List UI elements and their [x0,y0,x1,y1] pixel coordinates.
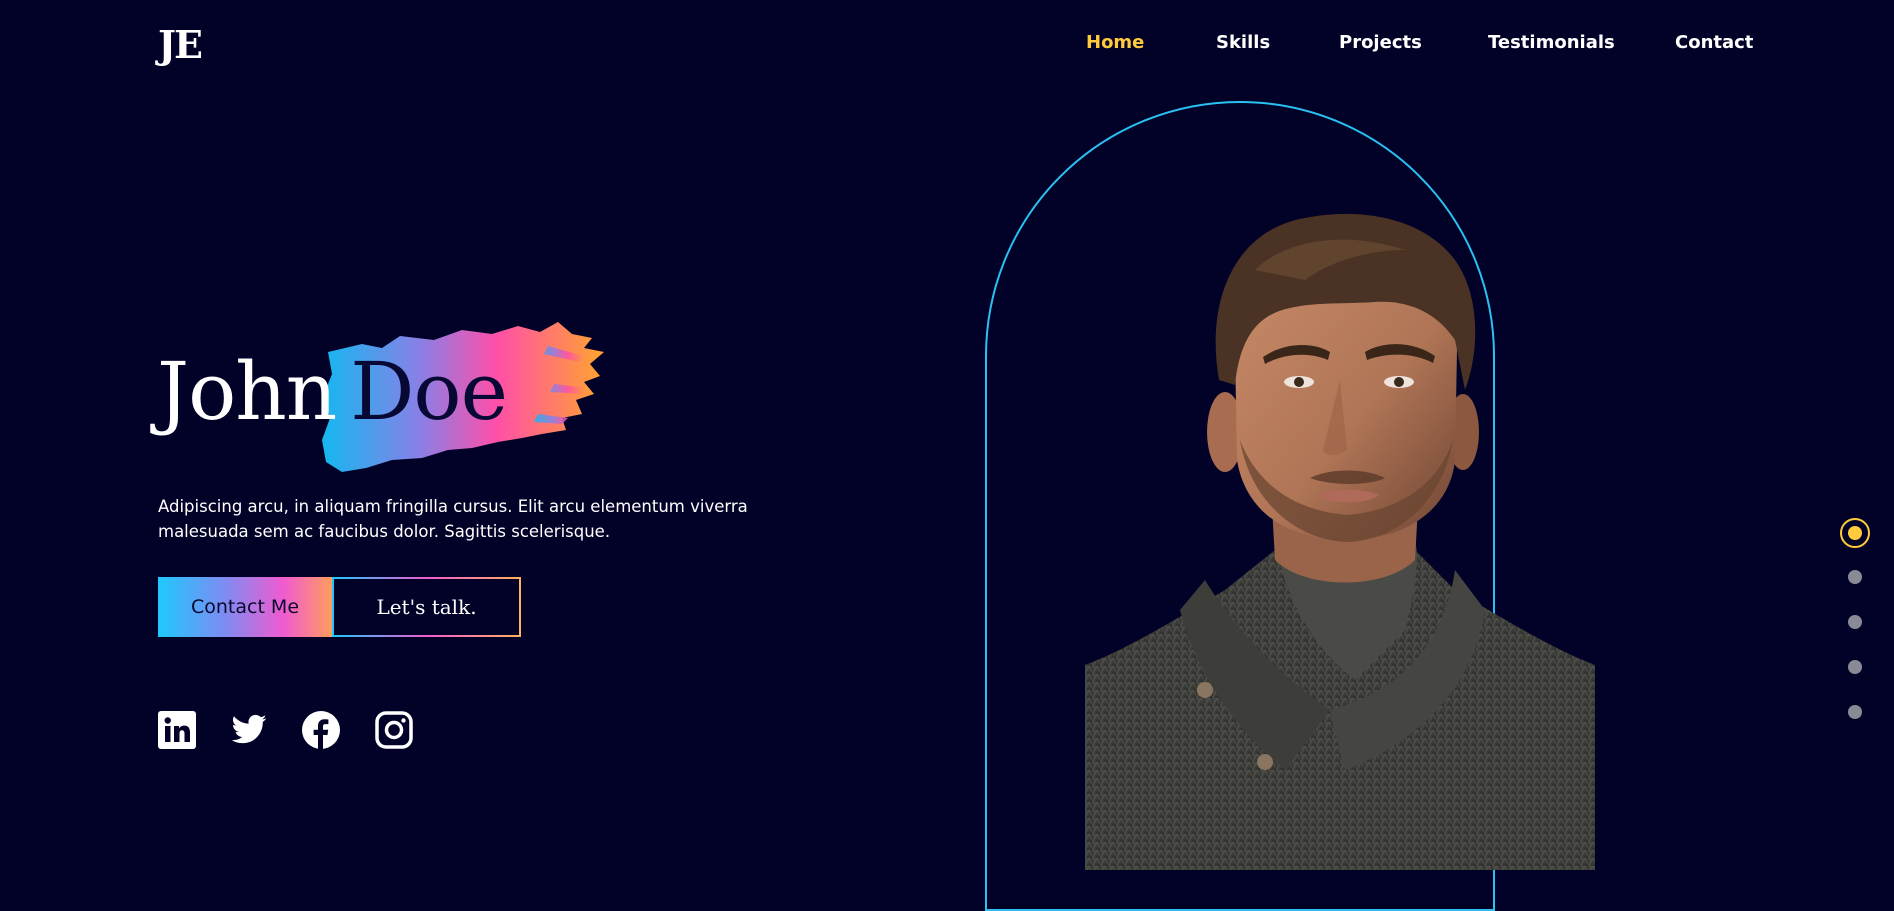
facebook-link[interactable] [302,711,340,749]
section-dot-4[interactable] [1848,660,1862,674]
nav-item-projects[interactable]: Projects [1339,32,1422,53]
hero-description: Adipiscing arcu, in aliquam fringilla cu… [158,497,748,541]
portrait-photo [1085,213,1595,870]
nav-item-home[interactable]: Home [1086,32,1144,53]
twitter-link[interactable] [230,711,268,749]
nav-item-testimonials[interactable]: Testimonials [1488,32,1615,53]
section-dot-2[interactable] [1848,570,1862,584]
section-dot-3[interactable] [1848,615,1862,629]
instagram-icon [375,711,413,749]
linkedin-icon [158,711,196,749]
hero-last-name: Doe [350,345,508,438]
contact-me-button[interactable]: Contact Me [158,577,332,637]
nav-item-contact[interactable]: Contact [1675,32,1753,53]
twitter-icon [231,714,267,744]
hero-title: John Doe [157,352,508,432]
site-logo[interactable]: JE [158,22,203,67]
linkedin-link[interactable] [158,711,196,749]
section-dot-5[interactable] [1848,705,1862,719]
facebook-icon [302,711,340,749]
hero-first-name: John [157,345,337,438]
lets-talk-button[interactable]: Let's talk. [332,577,521,637]
instagram-link[interactable] [375,711,413,749]
nav-item-skills[interactable]: Skills [1216,32,1270,53]
section-dot-1[interactable] [1840,518,1870,548]
